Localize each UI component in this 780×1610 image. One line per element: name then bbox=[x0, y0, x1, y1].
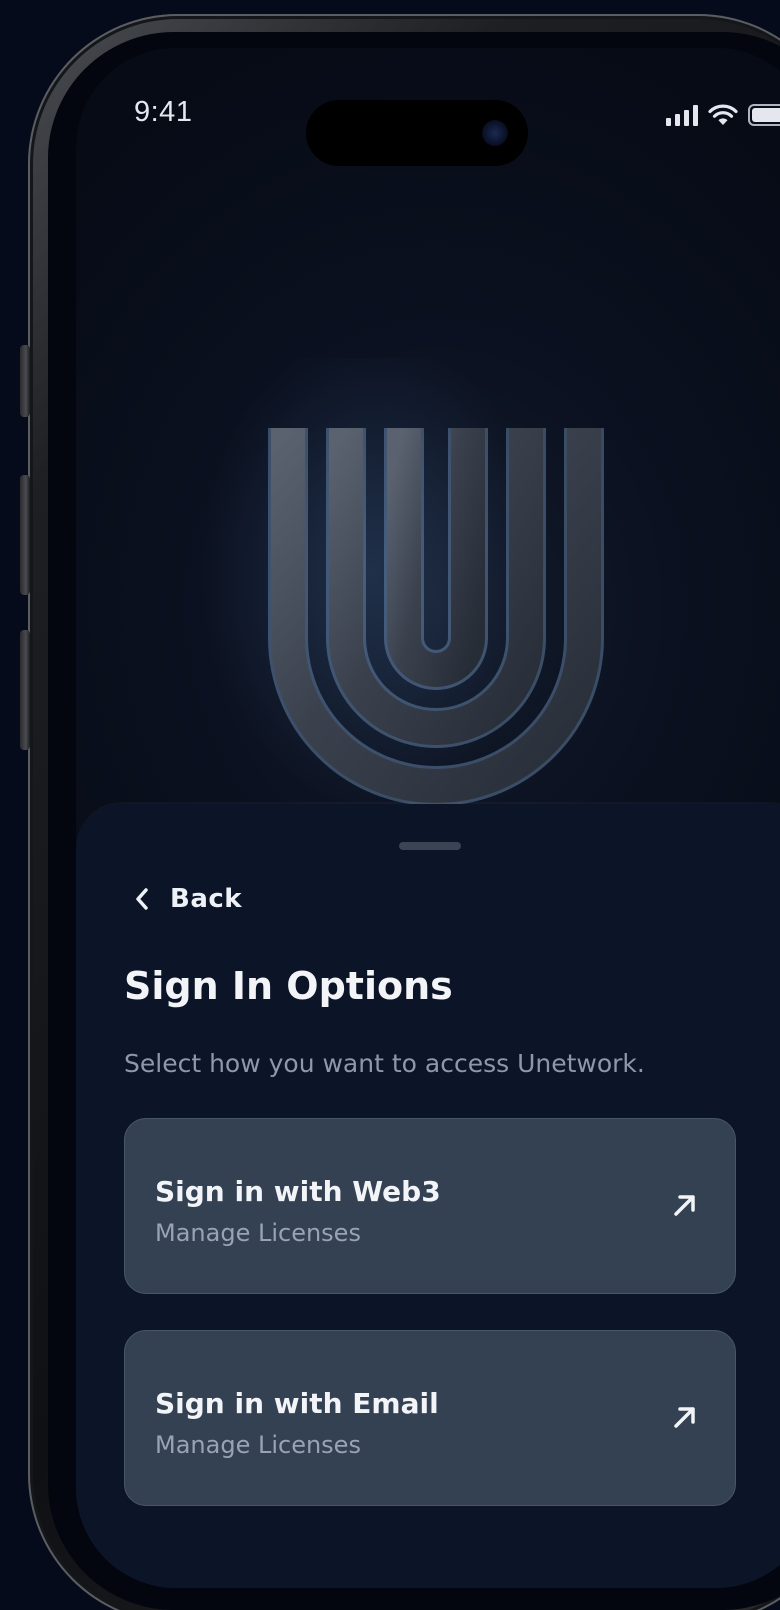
arrow-up-right-icon bbox=[674, 1407, 695, 1428]
back-button[interactable]: Back bbox=[134, 884, 242, 914]
arrow-up-right-icon bbox=[674, 1195, 695, 1216]
back-label: Back bbox=[170, 884, 243, 914]
dynamic-island bbox=[306, 100, 528, 166]
volume-down-button bbox=[20, 630, 30, 750]
camera-icon bbox=[482, 120, 508, 146]
option-title: Sign in with Email bbox=[155, 1387, 439, 1420]
app-screen: 9:41 Back Sign In Options Select how you… bbox=[76, 48, 780, 1588]
sign-in-sheet: Back Sign In Options Select how you want… bbox=[76, 804, 780, 1588]
option-subtitle: Manage Licenses bbox=[155, 1219, 361, 1247]
sign-in-web3-button[interactable]: Sign in with Web3 Manage Licenses bbox=[124, 1118, 736, 1294]
option-title: Sign in with Web3 bbox=[155, 1175, 441, 1208]
option-subtitle: Manage Licenses bbox=[155, 1431, 361, 1459]
stage: 9:41 Back Sign In Options Select how you… bbox=[0, 0, 780, 1610]
unetwork-logo-icon bbox=[268, 428, 604, 806]
action-button bbox=[20, 345, 30, 417]
status-icons bbox=[666, 104, 780, 126]
sheet-handle[interactable] bbox=[399, 842, 461, 850]
battery-icon bbox=[748, 104, 780, 126]
volume-up-button bbox=[20, 475, 30, 595]
wifi-icon bbox=[708, 104, 738, 125]
cellular-signal-icon bbox=[666, 104, 698, 126]
chevron-left-icon bbox=[136, 888, 148, 910]
phone-screen: 9:41 Back Sign In Options Select how you… bbox=[48, 32, 780, 1610]
sign-in-email-button[interactable]: Sign in with Email Manage Licenses bbox=[124, 1330, 736, 1506]
status-time: 9:41 bbox=[134, 96, 193, 128]
page-title: Sign In Options bbox=[124, 964, 453, 1008]
page-subtitle: Select how you want to access Unetwork. bbox=[124, 1049, 645, 1078]
